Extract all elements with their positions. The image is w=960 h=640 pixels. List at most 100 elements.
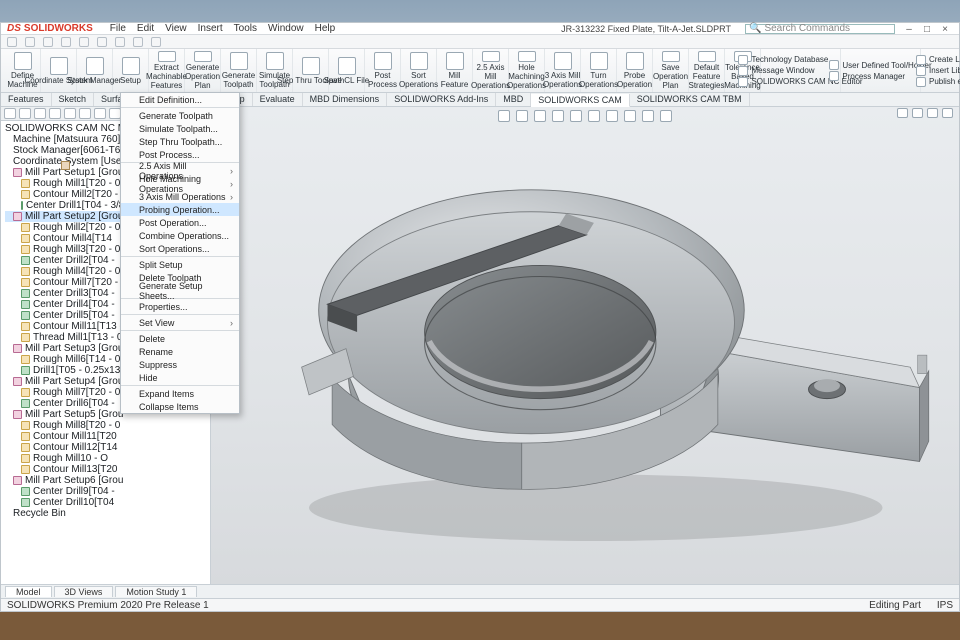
- vp-scene-icon[interactable]: [588, 110, 600, 122]
- fm-tab-icon[interactable]: [79, 108, 91, 119]
- search-commands-input[interactable]: 🔍 Search Commands: [745, 24, 895, 34]
- ribbon-generate[interactable]: Generate Toolpath: [221, 49, 257, 92]
- tab-mbd[interactable]: MBD: [496, 93, 531, 106]
- fm-tab-icon[interactable]: [4, 108, 16, 119]
- menu-insert[interactable]: Insert: [193, 23, 228, 34]
- fm-tab-icon[interactable]: [49, 108, 61, 119]
- menu-view[interactable]: View: [160, 23, 192, 34]
- qat-redo-icon[interactable]: [115, 37, 125, 47]
- menu-edit[interactable]: Edit: [132, 23, 159, 34]
- tree-item[interactable]: Contour Mill13[T20: [5, 464, 208, 475]
- qat-home-icon[interactable]: [7, 37, 17, 47]
- ribbon-hole[interactable]: Hole Machining Operations: [509, 49, 545, 92]
- vp-display-icon[interactable]: [552, 110, 564, 122]
- vp-fit-icon[interactable]: [516, 110, 528, 122]
- ribbon-extract[interactable]: Extract Machinable Features: [149, 49, 185, 92]
- tree-item[interactable]: Contour Mill11[T20: [5, 431, 208, 442]
- close-button[interactable]: ×: [937, 24, 953, 34]
- ribbon-coordinate-system[interactable]: Coordinate System: [41, 49, 77, 92]
- ribbon--axis-mill[interactable]: 3 Axis Mill Operations: [545, 49, 581, 92]
- ctx-expand-items[interactable]: Expand Items: [121, 387, 239, 400]
- ctx-combine-operations-[interactable]: Combine Operations...: [121, 229, 239, 242]
- fm-tab-icon[interactable]: [94, 108, 106, 119]
- ribbon-define[interactable]: Define Machine: [5, 49, 41, 92]
- vp-render-icon[interactable]: [624, 110, 636, 122]
- ctx-collapse-items[interactable]: Collapse Items: [121, 400, 239, 413]
- ctx-properties-[interactable]: Properties...: [121, 300, 239, 313]
- ribbon-turn[interactable]: Turn Operations: [581, 49, 617, 92]
- vp-layout-icon[interactable]: [912, 108, 923, 118]
- vp-layout-icon[interactable]: [927, 108, 938, 118]
- tab-solidworks-cam[interactable]: SOLIDWORKS CAM: [531, 94, 630, 107]
- context-menu[interactable]: Edit Definition... Generate ToolpathSimul…: [120, 92, 240, 414]
- tree-item[interactable]: Mill Part Setup6 [Grou: [5, 475, 208, 486]
- tree-item[interactable]: Contour Mill12[T14: [5, 442, 208, 453]
- tab-solidworks-cam-tbm[interactable]: SOLIDWORKS CAM TBM: [630, 93, 750, 106]
- ribbon-probe[interactable]: Probe Operation: [617, 49, 653, 92]
- menu-help[interactable]: Help: [310, 23, 341, 34]
- menu-file[interactable]: File: [105, 23, 131, 34]
- ribbon-save-cl-file[interactable]: Save CL File: [329, 49, 365, 92]
- qat-print-icon[interactable]: [79, 37, 89, 47]
- tree-item[interactable]: Rough Mill8[T20 - 0: [5, 420, 208, 431]
- ctx-rename[interactable]: Rename: [121, 345, 239, 358]
- viewport[interactable]: [211, 107, 959, 584]
- tree-item[interactable]: Center Drill9[T04 -: [5, 486, 208, 497]
- ctx-post-operation-[interactable]: Post Operation...: [121, 216, 239, 229]
- ctx-generate-toolpath[interactable]: Generate Toolpath: [121, 109, 239, 122]
- ctx-suppress[interactable]: Suppress: [121, 358, 239, 371]
- ctx-simulate-toolpath-[interactable]: Simulate Toolpath...: [121, 122, 239, 135]
- ribbon-sort[interactable]: Sort Operations: [401, 49, 437, 92]
- ribbon--axis[interactable]: 2.5 Axis Mill Operations: [473, 49, 509, 92]
- fm-tab-icon[interactable]: [64, 108, 76, 119]
- vp-zoom-icon[interactable]: [498, 110, 510, 122]
- ctx-edit-definition-[interactable]: Edit Definition...: [121, 93, 239, 106]
- tree-item[interactable]: Center Drill10[T04: [5, 497, 208, 508]
- ctx-set-view[interactable]: Set View: [121, 316, 239, 329]
- ctx-hide[interactable]: Hide: [121, 371, 239, 384]
- ctx-split-setup[interactable]: Split Setup: [121, 258, 239, 271]
- btab-motion-study-[interactable]: Motion Study 1: [115, 586, 197, 597]
- ctx-hole-machining-operations[interactable]: Hole Machining Operations: [121, 177, 239, 190]
- qat-save-icon[interactable]: [61, 37, 71, 47]
- btab--d-views[interactable]: 3D Views: [54, 586, 114, 597]
- menu-window[interactable]: Window: [263, 23, 309, 34]
- menu-tools[interactable]: Tools: [229, 23, 262, 34]
- vp-orient-icon[interactable]: [534, 110, 546, 122]
- ribbon-simulate[interactable]: Simulate Toolpath: [257, 49, 293, 92]
- btab-model[interactable]: Model: [5, 586, 52, 597]
- ribbon-insert-library-object[interactable]: Insert Library Object: [916, 66, 960, 76]
- fm-tab-icon[interactable]: [34, 108, 46, 119]
- tab-features[interactable]: Features: [1, 93, 52, 106]
- qat-rebuild-icon[interactable]: [133, 37, 143, 47]
- maximize-button[interactable]: □: [919, 24, 935, 34]
- ribbon-post[interactable]: Post Process: [365, 49, 401, 92]
- ctx-sort-operations-[interactable]: Sort Operations...: [121, 242, 239, 255]
- ctx-step-thru-toolpath-[interactable]: Step Thru Toolpath...: [121, 135, 239, 148]
- tab-mbd-dimensions[interactable]: MBD Dimensions: [303, 93, 388, 106]
- vp-section-icon[interactable]: [570, 110, 582, 122]
- tree-item[interactable]: Recycle Bin: [5, 508, 208, 519]
- qat-open-icon[interactable]: [43, 37, 53, 47]
- ctx--axis-mill-operations[interactable]: 3 Axis Mill Operations: [121, 190, 239, 203]
- ctx-generate-setup-sheets-[interactable]: Generate Setup Sheets...: [121, 284, 239, 297]
- tab-evaluate[interactable]: Evaluate: [253, 93, 303, 106]
- vp-hide-icon[interactable]: [642, 110, 654, 122]
- tab-sketch[interactable]: Sketch: [52, 93, 95, 106]
- ribbon-stock-manager[interactable]: Stock Manager: [77, 49, 113, 92]
- vp-appearance-icon[interactable]: [606, 110, 618, 122]
- ctx-probing-operation-[interactable]: Probing Operation...: [121, 203, 239, 216]
- vp-close-icon[interactable]: [942, 108, 953, 118]
- fm-tab-icon[interactable]: [19, 108, 31, 119]
- vp-layout-icon[interactable]: [897, 108, 908, 118]
- ribbon-generate[interactable]: Generate Operation Plan: [185, 49, 221, 92]
- ctx-delete[interactable]: Delete: [121, 332, 239, 345]
- ribbon-create-library-object[interactable]: Create Library Object: [916, 55, 960, 65]
- tab-solidworks-add-ins[interactable]: SOLIDWORKS Add-Ins: [387, 93, 496, 106]
- ribbon-step-thru-toolpath[interactable]: Step Thru Toolpath: [293, 49, 329, 92]
- ribbon-mill[interactable]: Mill Feature: [437, 49, 473, 92]
- ribbon-setup[interactable]: Setup: [113, 49, 149, 92]
- tree-item[interactable]: Rough Mill10 - O: [5, 453, 208, 464]
- ribbon-default[interactable]: Default Feature Strategies: [689, 49, 725, 92]
- ribbon-save[interactable]: Save Operation Plan: [653, 49, 689, 92]
